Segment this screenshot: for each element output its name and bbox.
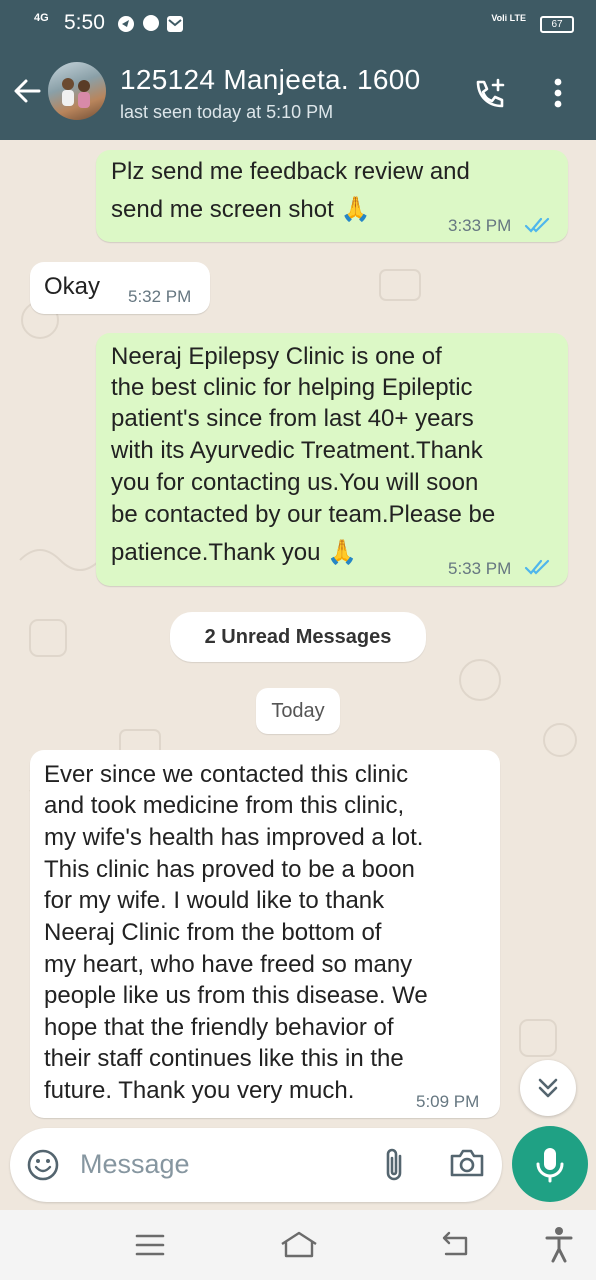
arrow-left-icon[interactable] [12, 76, 42, 106]
message-line: hope that the friendly behavior of [44, 1014, 394, 1041]
message-line: and took medicine from this clinic, [44, 792, 405, 819]
message-line: send me screen shot 🙏 [111, 196, 371, 223]
message-line: Plz send me feedback review and [111, 158, 470, 185]
message-line: with its Ayurvedic Treatment.Thank [111, 437, 483, 464]
read-ticks-icon [524, 217, 550, 233]
scroll-to-bottom-button[interactable] [520, 1060, 576, 1116]
message-line: future. Thank you very much. [44, 1077, 355, 1104]
message-line: the best clinic for helping Epileptic [111, 374, 473, 401]
message-time: 5:09 PM [416, 1092, 480, 1111]
message-line: patient's since from last 40+ years [111, 405, 474, 432]
message-line: people like us from this disease. We [44, 982, 428, 1009]
message-line: Ever since we contacted this clinic [44, 761, 409, 788]
emoji-icon[interactable] [26, 1148, 60, 1182]
home-icon[interactable] [278, 1228, 320, 1260]
add-call-icon[interactable] [472, 76, 508, 112]
message-line: you for contacting us.You will soon [111, 469, 479, 496]
mic-button[interactable] [512, 1126, 588, 1202]
message-time: 5:32 PM [128, 287, 192, 306]
message-line: their staff continues like this in the [44, 1045, 404, 1072]
notification-icons [118, 15, 183, 32]
message-bubble-incoming[interactable]: Ever since we contacted this clinic and … [30, 750, 500, 1118]
message-line: patience.Thank you 🙏 [111, 539, 358, 566]
chat-header: 125124 Manjeeta. 1600 last seen today at… [0, 46, 596, 140]
contact-name[interactable]: 125124 Manjeeta. 1600 [120, 64, 421, 96]
avatar[interactable] [48, 62, 106, 120]
date-divider: Today [256, 688, 340, 734]
message-composer: Message [10, 1128, 502, 1202]
message-line: for my wife. I would like to thank [44, 887, 385, 914]
back-nav-icon[interactable] [438, 1230, 472, 1260]
double-chevron-down-icon [538, 1078, 558, 1098]
message-line: This clinic has proved to be a boon [44, 856, 415, 883]
status-time: 5:50 [64, 11, 105, 34]
message-time: 3:33 PM [448, 216, 512, 235]
status-bar: 4G 5:50 Voli LTE 67 [0, 0, 596, 46]
message-input[interactable]: Message [80, 1149, 190, 1180]
message-line: my wife's health has improved a lot. [44, 824, 424, 851]
volte-indicator: Voli LTE [491, 13, 526, 23]
network-indicator: 4G [34, 12, 49, 24]
battery-level: 67 [551, 19, 563, 30]
last-seen: last seen today at 5:10 PM [120, 102, 334, 122]
accessibility-icon[interactable] [544, 1226, 574, 1264]
message-bubble-outgoing[interactable]: Plz send me feedback review and send me … [96, 150, 568, 242]
message-line: my heart, who have freed so many [44, 951, 413, 978]
message-line: Neeraj Clinic from the bottom of [44, 919, 382, 946]
camera-icon[interactable] [448, 1146, 486, 1180]
date-label: Today [271, 700, 325, 722]
system-nav-bar [0, 1210, 596, 1280]
menu-icon[interactable] [134, 1232, 166, 1258]
unread-messages-label: 2 Unread Messages [204, 626, 392, 648]
read-ticks-icon [524, 559, 550, 575]
message-line: Okay [44, 273, 101, 300]
unread-messages-divider: 2 Unread Messages [170, 612, 426, 662]
avatar-photo [62, 78, 90, 108]
paperclip-icon[interactable] [380, 1146, 408, 1184]
message-time: 5:33 PM [448, 559, 512, 578]
message-line: be contacted by our team.Please be [111, 501, 496, 528]
more-vert-icon[interactable] [548, 78, 568, 108]
mic-icon [536, 1148, 564, 1183]
message-line: Neeraj Epilepsy Clinic is one of [111, 343, 442, 370]
message-bubble-incoming[interactable]: Okay 5:32 PM [30, 262, 210, 314]
message-bubble-outgoing[interactable]: Neeraj Epilepsy Clinic is one of the bes… [96, 333, 568, 586]
battery-icon: 67 [540, 16, 574, 33]
